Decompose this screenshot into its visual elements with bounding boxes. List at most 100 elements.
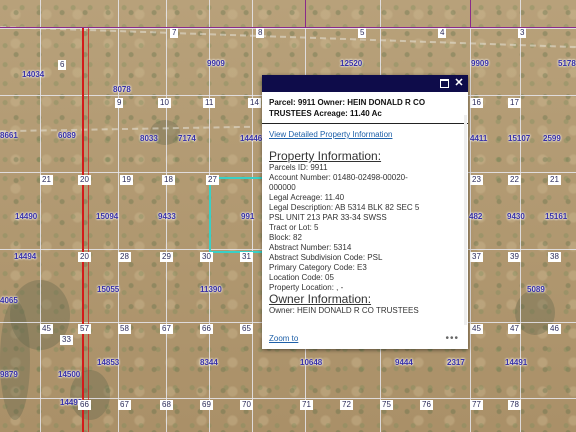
parcel-label: 10648	[300, 358, 323, 367]
lot-label: 21	[548, 175, 561, 185]
parcel-label: 15161	[545, 212, 568, 221]
lot-label: 71	[300, 400, 313, 410]
lot-label: 10	[158, 98, 171, 108]
lot-label: 67	[118, 400, 131, 410]
close-icon[interactable]: ✕	[453, 77, 465, 89]
parcel-label: 9879	[0, 370, 18, 379]
lot-label: 30	[200, 252, 213, 262]
info-line: Primary Category Code: E3	[269, 263, 367, 272]
parcel-label: 9433	[158, 212, 176, 221]
lot-label: 70	[240, 400, 253, 410]
lot-label: 5	[358, 28, 367, 38]
lot-label: 17	[508, 98, 521, 108]
lot-label: 29	[160, 252, 173, 262]
parcel-label: 8078	[113, 85, 131, 94]
owner-info: Owner: HEIN DONALD R CO TRUSTEES	[269, 306, 461, 316]
parcel-label: 14853	[97, 358, 120, 367]
lot-label: 38	[548, 252, 561, 262]
parcel-label: 8033	[140, 134, 158, 143]
property-heading: Property Information:	[269, 149, 382, 163]
lot-label: 58	[118, 324, 131, 334]
lot-label: 45	[40, 324, 53, 334]
info-line: Location Code: 05	[269, 273, 334, 282]
parcel-label: 15094	[96, 212, 119, 221]
lot-label: 11	[203, 98, 216, 108]
more-actions-icon[interactable]: •••	[445, 333, 459, 344]
popup-body: View Detailed Property Information Prope…	[262, 124, 468, 338]
lot-label: 20	[78, 175, 91, 185]
parcel-label: 14494	[14, 252, 37, 261]
info-line: PSL UNIT 213 PAR 33-34 SWSS	[269, 213, 387, 222]
lot-label: 23	[470, 175, 483, 185]
parcel-label: 4065	[0, 296, 18, 305]
info-line: Parcels ID: 9911	[269, 163, 328, 172]
info-line: Block: 82	[269, 233, 302, 242]
lot-label: 3	[518, 28, 527, 38]
popup-title: Parcel: 9911 Owner: HEIN DONALD R CO TRU…	[262, 92, 468, 124]
lot-label: 78	[508, 400, 521, 410]
lot-label: 46	[548, 324, 561, 334]
lot-label: 69	[200, 400, 213, 410]
lot-label: 67	[160, 324, 173, 334]
zoom-to-link[interactable]: Zoom to	[269, 334, 298, 343]
parcel-label: 5089	[527, 285, 545, 294]
owner-heading: Owner Information:	[269, 292, 372, 306]
parcel-label: 991	[241, 212, 255, 221]
lot-label: 33	[60, 335, 73, 345]
lot-label: 68	[160, 400, 173, 410]
parcel-label: 9909	[471, 59, 489, 68]
parcel-label: 9909	[207, 59, 225, 68]
info-line: Tract or Lot: 5	[269, 223, 319, 232]
parcel-label: 14491	[505, 358, 528, 367]
popup-scrollbar[interactable]	[464, 115, 467, 325]
parcel-label: 7174	[178, 134, 196, 143]
lot-label: 77	[470, 400, 483, 410]
parcel-label: 14500	[58, 370, 81, 379]
info-line: Account Number: 01480-02498-00020-	[269, 173, 408, 182]
lot-label: 28	[118, 252, 131, 262]
lot-label: 22	[508, 175, 521, 185]
lot-label: 76	[420, 400, 433, 410]
parcel-label: 14034	[22, 70, 45, 79]
lot-label: 19	[120, 175, 133, 185]
lot-label: 39	[508, 252, 521, 262]
lot-label: 18	[162, 175, 175, 185]
parcel-label: 4411	[470, 134, 488, 143]
lot-label: 65	[240, 324, 253, 334]
parcel-label: 14446	[240, 134, 263, 143]
lot-label: 66	[78, 400, 91, 410]
lot-label: 75	[380, 400, 393, 410]
lot-label: 14	[248, 98, 261, 108]
lot-label: 21	[40, 175, 53, 185]
property-info: Parcels ID: 9911 Account Number: 01480-02…	[269, 163, 461, 293]
parcel-popup: ✕ Parcel: 9911 Owner: HEIN DONALD R CO T…	[262, 75, 468, 349]
info-line: Legal Description: AB 5314 BLK 82 SEC 5	[269, 203, 420, 212]
parcel-label: 2317	[447, 358, 465, 367]
parcel-label: 11390	[200, 285, 222, 294]
info-line: 000000	[269, 183, 296, 192]
view-details-link[interactable]: View Detailed Property Information	[269, 130, 461, 140]
info-line: Abstract Subdivision Code: PSL	[269, 253, 383, 262]
lot-label: 45	[470, 324, 483, 334]
parcel-label: 9444	[395, 358, 413, 367]
lot-label: 57	[78, 324, 91, 334]
parcel-label: 5178	[558, 59, 576, 68]
parcel-label: 9430	[507, 212, 525, 221]
parcel-label: 6089	[58, 131, 76, 140]
lot-label: 8	[256, 28, 265, 38]
lot-label: 31	[240, 252, 253, 262]
parcel-label: 2599	[543, 134, 561, 143]
lot-label: 20	[78, 252, 91, 262]
parcel-label: 15055	[97, 285, 120, 294]
info-line: Legal Acreage: 11.40	[269, 193, 345, 202]
lot-label: 37	[470, 252, 483, 262]
lot-label: 4	[438, 28, 447, 38]
maximize-icon[interactable]	[438, 77, 450, 89]
lot-label: 6	[58, 60, 67, 70]
parcel-label: 482	[469, 212, 483, 221]
parcel-label: 8661	[0, 131, 18, 140]
info-line: Abstract Number: 5314	[269, 243, 352, 252]
lot-label: 9	[115, 98, 124, 108]
parcel-label: 12520	[340, 59, 363, 68]
lot-label: 16	[470, 98, 483, 108]
